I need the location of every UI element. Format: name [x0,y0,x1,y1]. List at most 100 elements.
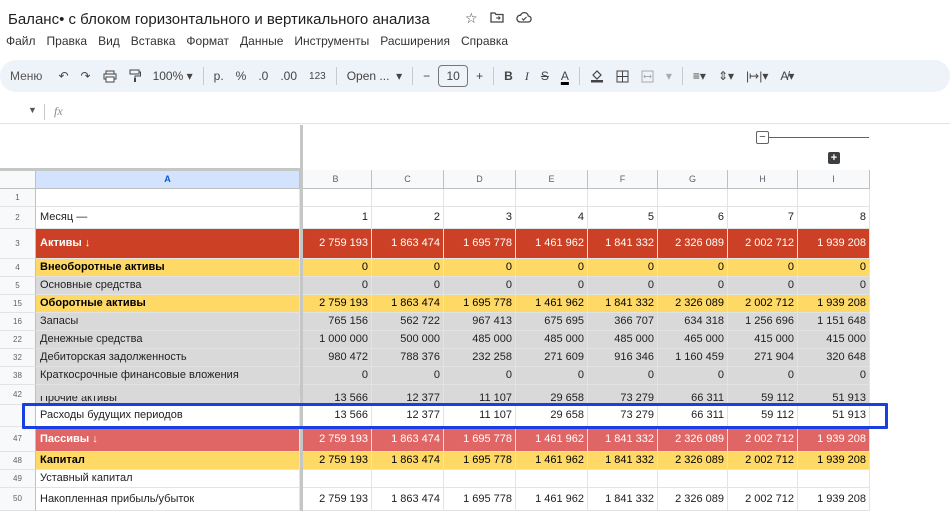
value-cell-i[interactable] [798,470,870,488]
value-cell-g[interactable]: 6 [658,207,728,229]
menu-tools[interactable]: Инструменты [294,34,369,52]
font-size-increase-button[interactable]: + [472,64,487,88]
horizontal-align-icon[interactable]: ≡ ▾ [689,64,710,88]
value-cell-i[interactable]: 8 [798,207,870,229]
row-label-cell[interactable]: Капитал [36,452,300,470]
value-cell-e[interactable]: 0 [516,259,588,277]
value-cell-g[interactable]: 0 [658,367,728,385]
value-cell-e[interactable]: 485 000 [516,331,588,349]
value-cell-e[interactable]: 29 658 [516,385,588,405]
value-cell-e[interactable]: 29 658 [516,405,588,427]
value-cell-f[interactable]: 1 841 332 [588,295,658,313]
row-label-cell[interactable]: Краткосрочные финансовые вложения [36,367,300,385]
row-number[interactable]: 48 [0,452,36,470]
value-cell-i[interactable]: 1 939 208 [798,427,870,452]
value-cell-h[interactable] [728,470,798,488]
menu-format[interactable]: Формат [186,34,229,52]
row-number[interactable]: 47 [0,427,36,452]
value-cell-g[interactable]: 0 [658,259,728,277]
row-number[interactable]: 5 [0,277,36,295]
value-cell-f[interactable]: 0 [588,277,658,295]
value-cell-e[interactable]: 1 461 962 [516,452,588,470]
value-cell-c[interactable]: 562 722 [372,313,444,331]
column-header-a[interactable]: A [36,170,300,189]
value-cell-b[interactable]: 0 [300,277,372,295]
row-number[interactable]: 50 [0,488,36,511]
value-cell-d[interactable]: 1 695 778 [444,229,516,259]
percent-format-button[interactable]: % [232,64,251,88]
value-cell-d[interactable]: 1 695 778 [444,452,516,470]
value-cell-f[interactable]: 366 707 [588,313,658,331]
column-header-f[interactable]: F [588,170,658,189]
row-label-cell[interactable]: Активы ↓ [36,229,300,259]
fill-color-icon[interactable] [586,64,608,88]
row-number[interactable]: 32 [0,349,36,367]
row-number[interactable]: 16 [0,313,36,331]
value-cell-b[interactable]: 2 759 193 [300,488,372,511]
row-label-cell[interactable]: Расходы будущих периодов [36,405,300,427]
menu-view[interactable]: Вид [98,34,120,52]
value-cell-c[interactable]: 0 [372,367,444,385]
value-cell-c[interactable]: 12 377 [372,405,444,427]
value-cell-g[interactable]: 465 000 [658,331,728,349]
text-rotation-icon[interactable]: A̸ ▾ [776,64,798,88]
value-cell-e[interactable] [516,470,588,488]
value-cell-i[interactable]: 415 000 [798,331,870,349]
row-number[interactable]: 49 [0,470,36,488]
cloud-status-icon[interactable] [515,10,532,27]
value-cell-i[interactable] [798,189,870,207]
value-cell-b[interactable]: 2 759 193 [300,452,372,470]
merge-cells-icon[interactable] [637,64,658,88]
value-cell-b[interactable]: 765 156 [300,313,372,331]
value-cell-g[interactable] [658,189,728,207]
value-cell-c[interactable]: 12 377 [372,385,444,405]
column-header-c[interactable]: C [372,170,444,189]
value-cell-i[interactable]: 0 [798,367,870,385]
row-label-cell[interactable]: Внеоборотные активы [36,259,300,277]
value-cell-f[interactable] [588,470,658,488]
value-cell-d[interactable]: 1 695 778 [444,488,516,511]
row-label-cell[interactable]: Прочие активы [36,396,300,405]
text-color-button[interactable]: A [557,64,573,88]
value-cell-c[interactable]: 0 [372,259,444,277]
frozen-column-divider[interactable] [300,125,303,511]
row-number[interactable]: 3 [0,229,36,259]
row-label-cell[interactable]: Накопленная прибыль/убыток [36,488,300,511]
menu-edit[interactable]: Правка [47,34,88,52]
value-cell-i[interactable]: 1 939 208 [798,488,870,511]
value-cell-f[interactable]: 1 841 332 [588,488,658,511]
value-cell-e[interactable]: 1 461 962 [516,295,588,313]
value-cell-f[interactable] [588,189,658,207]
print-icon[interactable] [99,64,121,88]
value-cell-i[interactable]: 0 [798,277,870,295]
value-cell-f[interactable]: 5 [588,207,658,229]
row-number[interactable]: 1 [0,189,36,207]
value-cell-h[interactable]: 2 002 712 [728,427,798,452]
value-cell-f[interactable]: 916 346 [588,349,658,367]
increase-decimal-button[interactable]: .00 [276,64,301,88]
row-number[interactable]: 38 [0,367,36,385]
value-cell-e[interactable]: 675 695 [516,313,588,331]
value-cell-f[interactable]: 0 [588,367,658,385]
value-cell-h[interactable]: 2 002 712 [728,295,798,313]
toolbar-menu-button[interactable]: Меню [2,64,50,88]
value-cell-c[interactable]: 1 863 474 [372,488,444,511]
value-cell-b[interactable] [300,470,372,488]
value-cell-e[interactable]: 1 461 962 [516,229,588,259]
row-label-cell[interactable]: Месяц — [36,207,300,229]
value-cell-g[interactable]: 634 318 [658,313,728,331]
value-cell-i[interactable]: 320 648 [798,349,870,367]
value-cell-d[interactable]: 1 695 778 [444,427,516,452]
value-cell-g[interactable]: 66 311 [658,405,728,427]
row-number[interactable]: 15 [0,295,36,313]
value-cell-g[interactable]: 2 326 089 [658,295,728,313]
row-label-cell[interactable]: Дебиторская задолженность [36,349,300,367]
italic-button[interactable]: I [521,64,533,88]
value-cell-d[interactable]: 0 [444,367,516,385]
value-cell-i[interactable]: 51 913 [798,405,870,427]
redo-icon[interactable]: ↷ [77,64,95,88]
value-cell-c[interactable]: 788 376 [372,349,444,367]
value-cell-f[interactable]: 73 279 [588,385,658,405]
vertical-align-icon[interactable]: ⇕ ▾ [714,64,738,88]
value-cell-e[interactable]: 4 [516,207,588,229]
